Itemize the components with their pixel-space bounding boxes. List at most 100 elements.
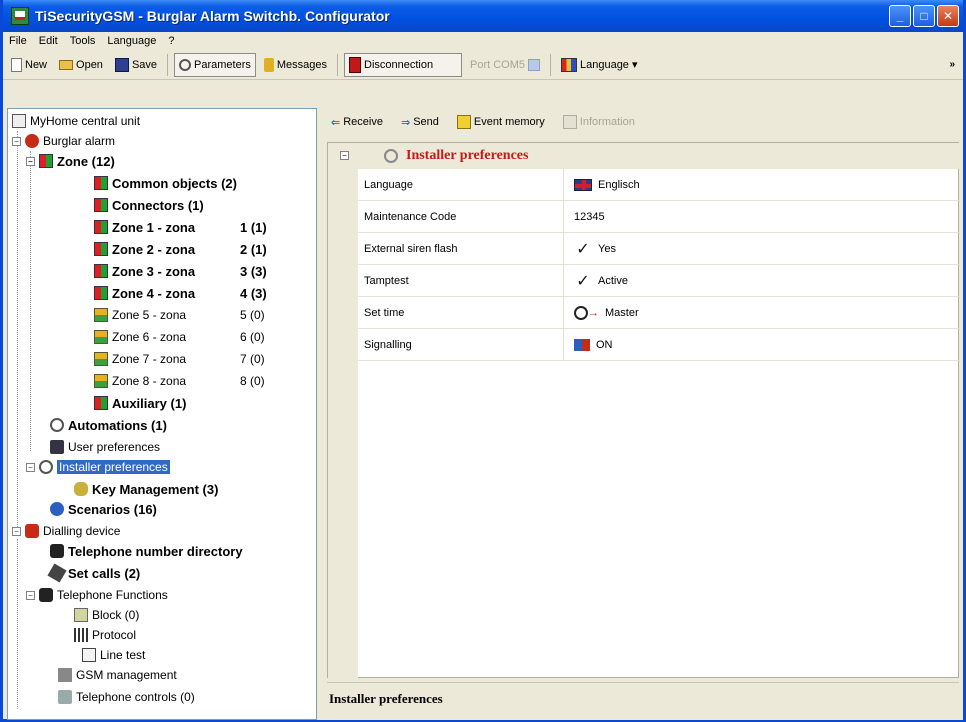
dialler-icon — [25, 524, 39, 538]
tree-item-automations[interactable]: Automations (1) — [50, 415, 167, 435]
new-button[interactable]: New — [7, 53, 51, 77]
tree-item-common-objects[interactable]: Common objects (2) — [94, 173, 237, 193]
property-value[interactable]: ✓ Yes — [564, 239, 616, 259]
zone-count: 7 (0) — [240, 352, 265, 366]
tree-item-user-preferences[interactable]: User preferences — [50, 437, 160, 457]
tree-label: Dialling device — [43, 524, 121, 538]
zone-inactive-icon — [94, 330, 108, 344]
tree-item-key-management[interactable]: Key Management (3) — [74, 479, 218, 499]
arrow-right-icon: → — [588, 306, 599, 319]
property-value[interactable]: ON — [564, 338, 613, 351]
receive-label: Receive — [343, 116, 383, 128]
configuration-tree[interactable]: MyHome central unit − Burglar alarm − Zo… — [7, 108, 317, 720]
tree-item-zone-1[interactable]: Zone 1 - zona 1 (1) — [94, 217, 314, 237]
property-name: Set time — [358, 297, 564, 328]
menu-edit[interactable]: Edit — [39, 35, 58, 47]
tree-item-gsm-management[interactable]: GSM management — [58, 665, 177, 685]
menu-language[interactable]: Language — [107, 35, 156, 47]
tree-item-connectors[interactable]: Connectors (1) — [94, 195, 204, 215]
collapse-icon[interactable]: − — [12, 526, 21, 536]
property-row-tamptest[interactable]: Tamptest ✓ Active — [358, 265, 960, 297]
property-row-maintenance-code[interactable]: Maintenance Code 12345 — [358, 201, 960, 233]
disconnection-button[interactable]: Disconnection — [344, 52, 463, 77]
wrench-icon — [39, 460, 53, 474]
save-button[interactable]: Save — [111, 53, 161, 77]
tree-item-set-calls[interactable]: Set calls (2) — [47, 563, 140, 583]
menu-tools[interactable]: Tools — [70, 35, 96, 47]
wrench-icon — [384, 149, 398, 163]
zone-icon — [94, 176, 108, 190]
information-button[interactable]: Information — [559, 111, 639, 133]
receive-arrow-icon: ⇐ — [331, 116, 341, 129]
tree-item-burglar-alarm[interactable]: − Burglar alarm — [12, 131, 115, 151]
toolbar-overflow-icon[interactable]: » — [949, 59, 955, 70]
close-button[interactable]: ✕ — [937, 5, 959, 27]
port-button[interactable]: Port COM5 — [466, 53, 544, 77]
property-value[interactable]: 12345 — [564, 211, 605, 223]
collapse-icon[interactable]: − — [12, 136, 21, 146]
property-value-text: Yes — [598, 242, 616, 255]
zone-icon — [94, 198, 108, 212]
property-row-set-time[interactable]: Set time → Master — [358, 297, 960, 329]
tree-item-zone-8[interactable]: Zone 8 - zona 8 (0) — [94, 371, 314, 391]
menu-file[interactable]: File — [9, 35, 27, 47]
send-button[interactable]: ⇒ Send — [397, 111, 443, 133]
tree-item-zone-6[interactable]: Zone 6 - zona 6 (0) — [94, 327, 314, 347]
property-row-language[interactable]: Language Englisch — [358, 169, 960, 201]
tree-item-auxiliary[interactable]: Auxiliary (1) — [94, 393, 186, 413]
tree-item-block[interactable]: Block (0) — [74, 605, 139, 625]
save-disk-icon — [114, 57, 129, 72]
collapse-icon[interactable]: − — [26, 462, 35, 472]
open-button[interactable]: Open — [55, 53, 107, 77]
handset-icon — [47, 563, 67, 583]
tree-item-zone-3[interactable]: Zone 3 - zona 3 (3) — [94, 261, 314, 281]
receive-button[interactable]: ⇐ Receive — [327, 111, 387, 133]
property-value[interactable]: ✓ Active — [564, 271, 628, 291]
language-label: Language — [579, 58, 629, 71]
tree-item-installer-preferences[interactable]: − Installer preferences — [26, 457, 170, 477]
tree-item-zone-7[interactable]: Zone 7 - zona 7 (0) — [94, 349, 314, 369]
tree-item-central-unit[interactable]: MyHome central unit — [12, 111, 140, 131]
property-value-text: Active — [598, 274, 628, 287]
event-memory-button[interactable]: Event memory — [453, 111, 549, 133]
property-row-signalling[interactable]: Signalling ON — [358, 329, 960, 361]
tree-label: Common objects (2) — [112, 175, 237, 191]
grid-section-header[interactable]: − Installer preferences — [328, 143, 960, 169]
description-panel: Installer preferences — [327, 682, 959, 718]
tree-item-telephone-functions[interactable]: − Telephone Functions — [26, 585, 168, 605]
tree-item-line-test[interactable]: Line test — [82, 645, 145, 665]
disconnect-icon — [349, 56, 362, 73]
property-grid[interactable]: − Installer preferences Language Englisc… — [327, 142, 960, 679]
property-value[interactable]: Englisch — [564, 178, 640, 191]
toolbar-separator — [167, 53, 169, 76]
parameters-button[interactable]: Parameters — [174, 52, 256, 77]
messages-button[interactable]: Messages — [260, 53, 331, 77]
tree-label: User preferences — [68, 440, 161, 454]
tree-label: Zone 3 - zona — [112, 263, 196, 279]
tree-item-dialling-device[interactable]: − Dialling device — [12, 521, 120, 541]
collapse-icon[interactable]: − — [340, 151, 349, 160]
title-bar[interactable]: TiSecurityGSM - Burglar Alarm Switchb. C… — [3, 0, 963, 32]
minimize-button[interactable]: _ — [889, 5, 911, 27]
tree-item-zone[interactable]: − Zone (12) — [26, 151, 115, 171]
window-title: TiSecurityGSM - Burglar Alarm Switchb. C… — [35, 8, 390, 24]
property-value[interactable]: → Master — [564, 305, 639, 320]
tree-item-zone-5[interactable]: Zone 5 - zona 5 (0) — [94, 305, 314, 325]
tree-item-scenarios[interactable]: Scenarios (16) — [50, 499, 157, 519]
property-row-external-siren-flash[interactable]: External siren flash ✓ Yes — [358, 233, 960, 265]
tree-label: Line test — [100, 648, 146, 662]
tree-item-protocol[interactable]: Protocol — [74, 625, 136, 645]
tree-item-zone-2[interactable]: Zone 2 - zona 2 (1) — [94, 239, 314, 259]
tree-item-telephone-controls[interactable]: Telephone controls (0) — [58, 687, 195, 707]
tree-item-zone-4[interactable]: Zone 4 - zona 4 (3) — [94, 283, 314, 303]
open-folder-icon — [59, 59, 74, 70]
zone-inactive-icon — [94, 374, 108, 388]
collapse-icon[interactable]: − — [26, 156, 35, 166]
language-button[interactable]: Language ▾ — [557, 53, 641, 77]
tree-item-telephone-directory[interactable]: Telephone number directory — [50, 541, 243, 561]
menu-help[interactable]: ? — [168, 35, 174, 47]
open-label: Open — [76, 58, 103, 71]
maximize-button[interactable]: □ — [913, 5, 935, 27]
collapse-icon[interactable]: − — [26, 590, 35, 600]
section-title: Installer preferences — [406, 148, 529, 163]
